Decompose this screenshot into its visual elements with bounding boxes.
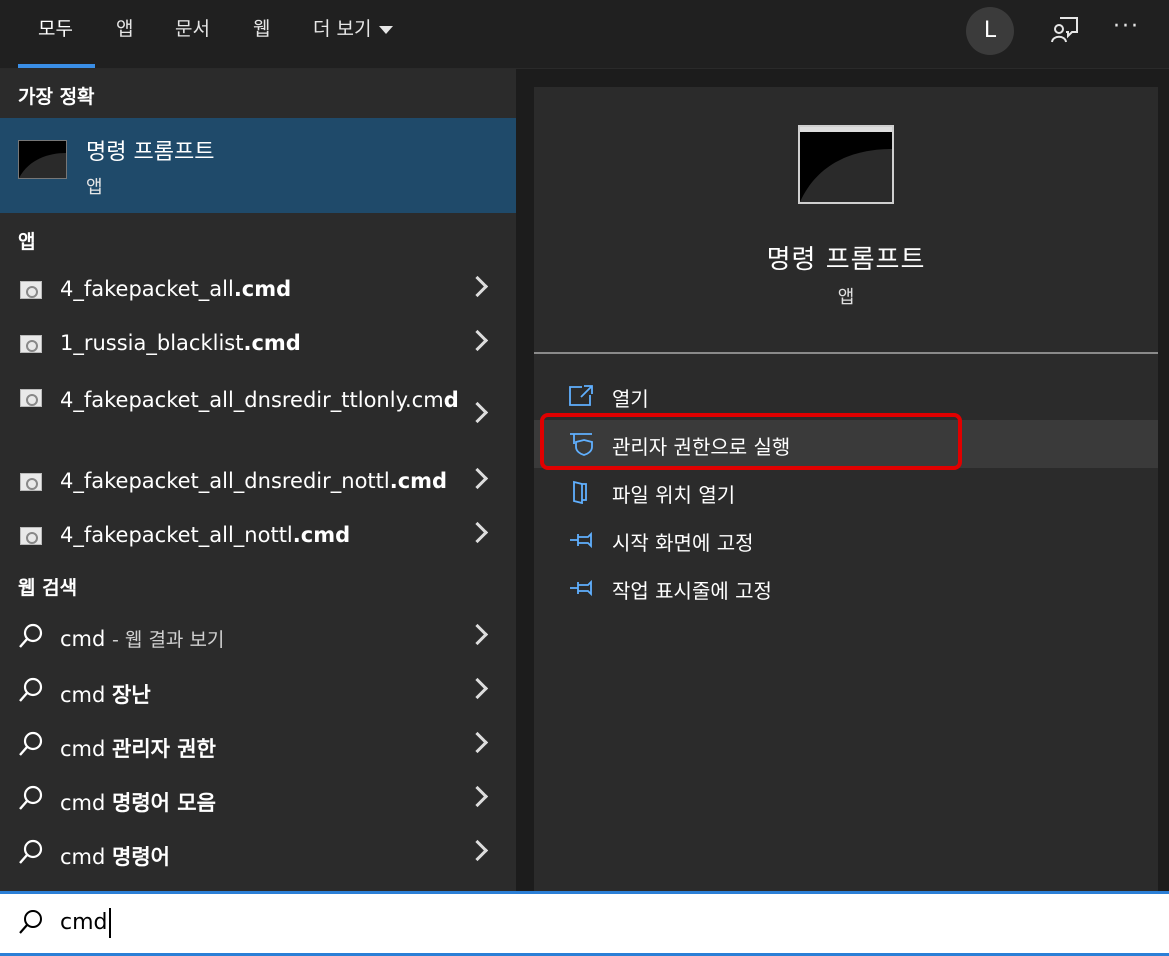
action-label: 작업 표시줄에 고정 xyxy=(612,579,772,603)
app-result-item[interactable]: 1_russia_blacklist.cmd xyxy=(0,317,516,371)
chevron-right-icon[interactable] xyxy=(466,275,489,298)
search-icon xyxy=(19,785,43,810)
avatar[interactable]: L xyxy=(966,7,1014,55)
app-type: 앱 xyxy=(837,287,855,308)
more-options-icon[interactable]: ··· xyxy=(1113,14,1140,39)
web-result-item[interactable]: cmd 명령어 xyxy=(0,827,516,881)
feedback-icon[interactable] xyxy=(1050,15,1080,45)
best-match-title: 명령 프롬프트 xyxy=(86,140,215,165)
chevron-right-icon[interactable] xyxy=(466,839,489,862)
active-tab-indicator xyxy=(18,64,95,68)
app-result-item[interactable]: 4_fakepacket_all_nottl.cmd xyxy=(0,509,516,563)
results-panel: 가장 정확 명령 프롬프트 앱 앱 4_fakepacket_all.cmd 1… xyxy=(0,69,516,891)
app-result-item[interactable]: 4_fakepacket_all_dnsredir_nottl.cmd xyxy=(0,455,516,509)
cmd-file-icon xyxy=(20,473,42,491)
action-label: 파일 위치 열기 xyxy=(612,483,736,507)
search-icon xyxy=(19,677,43,702)
web-result-label: cmd 명령어 xyxy=(60,845,170,869)
divider xyxy=(534,352,1158,354)
chevron-right-icon[interactable] xyxy=(466,731,489,754)
web-result-item[interactable]: cmd 장난 xyxy=(0,665,516,719)
app-result-label: 4_fakepacket_all_dnsredir_ttlonly.cmd xyxy=(60,388,459,412)
chevron-right-icon[interactable] xyxy=(466,785,489,808)
caret-down-icon xyxy=(379,26,394,34)
pin-icon xyxy=(570,531,592,549)
search-icon xyxy=(19,910,42,934)
web-result-label: cmd 장난 xyxy=(60,683,151,707)
tab-all[interactable]: 모두 xyxy=(38,0,73,68)
web-result-item[interactable]: cmd - 웹 결과 보기 xyxy=(0,611,516,665)
app-result-item[interactable]: 4_fakepacket_all_dnsredir_ttlonly.cmd xyxy=(0,371,516,457)
action-open-file-location[interactable]: 파일 위치 열기 xyxy=(534,468,1158,516)
web-result-label: cmd 명령어 모음 xyxy=(60,791,216,815)
web-result-item[interactable]: cmd 명령어 모음 xyxy=(0,773,516,827)
command-prompt-icon xyxy=(18,140,67,179)
app-result-label: 4_fakepacket_all.cmd xyxy=(60,277,292,301)
tab-more-label: 더 보기 xyxy=(313,18,372,40)
details-panel: 명령 프롬프트 앱 열기 관리자 권한으로 실행 파일 위치 열기 시작 화면에… xyxy=(534,87,1158,891)
text-cursor xyxy=(108,908,111,938)
app-title: 명령 프롬프트 xyxy=(766,245,926,275)
file-location-icon xyxy=(573,480,587,504)
tab-web[interactable]: 웹 xyxy=(253,0,270,68)
cmd-file-icon xyxy=(20,389,42,407)
best-match-subtitle: 앱 xyxy=(86,177,103,198)
action-label: 열기 xyxy=(612,387,649,411)
cmd-file-icon xyxy=(20,281,42,299)
chevron-right-icon[interactable] xyxy=(466,329,489,352)
tab-more[interactable]: 더 보기 xyxy=(313,0,394,58)
apps-heading: 앱 xyxy=(18,231,36,253)
app-result-label: 4_fakepacket_all_dnsredir_nottl.cmd xyxy=(60,469,448,493)
web-result-label: cmd - 웹 결과 보기 xyxy=(60,627,225,651)
search-icon xyxy=(19,731,43,756)
cmd-file-icon xyxy=(20,335,42,353)
best-match-heading: 가장 정확 xyxy=(18,86,95,108)
app-result-label: 4_fakepacket_all_nottl.cmd xyxy=(60,523,351,547)
app-result-label: 1_russia_blacklist.cmd xyxy=(60,331,301,355)
app-result-item[interactable]: 4_fakepacket_all.cmd xyxy=(0,263,516,317)
command-prompt-preview-icon xyxy=(798,125,894,204)
web-search-heading: 웹 검색 xyxy=(18,577,78,599)
cmd-file-icon xyxy=(20,527,42,545)
search-icon xyxy=(19,839,43,864)
open-icon xyxy=(569,385,593,406)
tab-documents[interactable]: 문서 xyxy=(175,0,210,68)
chevron-right-icon[interactable] xyxy=(466,467,489,490)
web-result-label: cmd 관리자 권한 xyxy=(60,737,216,761)
action-pin-to-start[interactable]: 시작 화면에 고정 xyxy=(534,516,1158,564)
chevron-right-icon[interactable] xyxy=(466,677,489,700)
search-bar[interactable]: cmd xyxy=(0,891,1169,956)
highlight-annotation xyxy=(540,413,962,470)
search-input[interactable]: cmd xyxy=(60,908,111,938)
web-result-item[interactable]: cmd 관리자 권한 xyxy=(0,719,516,773)
action-label: 시작 화면에 고정 xyxy=(612,531,754,555)
pin-icon xyxy=(570,579,592,597)
chevron-right-icon[interactable] xyxy=(466,401,489,424)
chevron-right-icon[interactable] xyxy=(466,521,489,544)
search-icon xyxy=(19,623,43,648)
top-bar: 모두 앱 문서 웹 더 보기 L ··· xyxy=(0,0,1169,69)
best-match-item[interactable]: 명령 프롬프트 앱 xyxy=(0,118,516,213)
chevron-right-icon[interactable] xyxy=(466,623,489,646)
action-pin-to-taskbar[interactable]: 작업 표시줄에 고정 xyxy=(534,564,1158,612)
tab-apps[interactable]: 앱 xyxy=(116,0,133,68)
